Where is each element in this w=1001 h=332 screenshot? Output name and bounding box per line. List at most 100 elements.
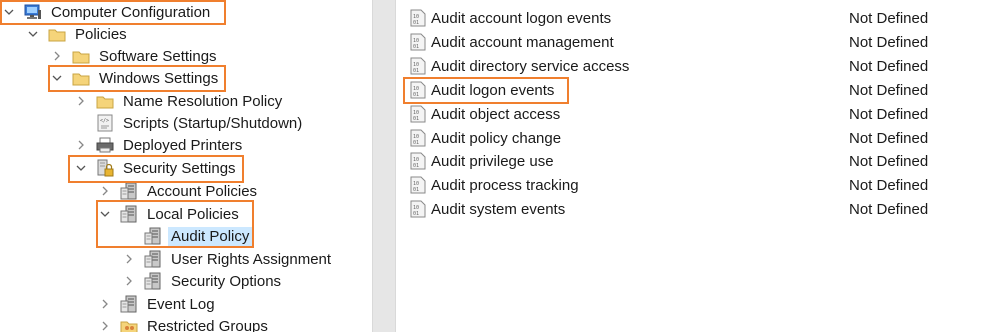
tree-node-label: Deployed Printers	[123, 136, 243, 154]
users-folder-icon	[120, 317, 138, 332]
policy-setting: Not Defined	[849, 9, 929, 27]
tree-node-security-settings[interactable]: Security Settings	[74, 157, 239, 179]
policy-document-icon: 10 01	[410, 176, 426, 194]
tree-node-software-settings[interactable]: Software Settings	[50, 45, 220, 67]
tree-node-label: Event Log	[147, 295, 215, 313]
policy-server-icon	[144, 250, 162, 268]
tree-node-label: Software Settings	[99, 47, 217, 65]
policy-list-pane: 10 01 Audit account logon events Not Defi…	[400, 0, 1001, 332]
folder-icon	[96, 92, 114, 110]
console-tree: Computer Configuration Policies Software…	[0, 0, 372, 332]
tree-node-scripts[interactable]: </> Scripts (Startup/Shutdown)	[74, 112, 305, 134]
tree-node-label: Restricted Groups	[147, 317, 268, 332]
script-icon: </>	[96, 114, 114, 132]
tree-node-label: Scripts (Startup/Shutdown)	[123, 114, 303, 132]
tree-node-local-policies[interactable]: Local Policies	[98, 203, 242, 225]
folder-icon	[48, 25, 66, 43]
security-lock-icon	[96, 159, 114, 177]
pane-splitter[interactable]	[372, 0, 396, 332]
svg-text:01: 01	[413, 140, 419, 146]
policy-server-icon	[144, 272, 162, 290]
tree-node-deployed-printers[interactable]: Deployed Printers	[74, 134, 245, 156]
policy-server-icon	[120, 182, 138, 200]
policy-document-icon: 10 01	[410, 9, 426, 27]
policy-setting: Not Defined	[849, 200, 929, 218]
policy-name: Audit process tracking	[431, 176, 579, 194]
policy-name: Audit system events	[431, 200, 566, 218]
svg-text:01: 01	[413, 187, 419, 193]
chevron-down-icon[interactable]	[26, 27, 40, 41]
tree-node-label: Audit Policy	[168, 226, 253, 246]
chevron-down-icon[interactable]	[74, 161, 88, 175]
policy-setting: Not Defined	[849, 176, 929, 194]
chevron-down-icon[interactable]	[2, 5, 16, 19]
policy-document-icon: 10 01	[410, 57, 426, 75]
tree-node-label: Security Settings	[123, 159, 236, 177]
printer-icon	[96, 136, 114, 154]
policy-document-icon: 10 01	[410, 152, 426, 170]
policy-document-icon: 10 01	[410, 81, 426, 99]
tree-node-label: Name Resolution Policy	[123, 92, 283, 110]
chevron-right-icon[interactable]	[98, 319, 112, 332]
policy-name: Audit directory service access	[431, 57, 630, 75]
policy-setting: Not Defined	[849, 129, 929, 147]
list-item[interactable]: 10 01 Audit object access Not Defined	[400, 103, 1001, 125]
tree-node-computer-configuration[interactable]: Computer Configuration	[2, 1, 213, 23]
policy-server-icon	[120, 295, 138, 313]
list-item[interactable]: 10 01 Audit directory service access Not …	[400, 55, 1001, 77]
list-item[interactable]: 10 01 Audit account logon events Not Defi…	[400, 7, 1001, 29]
tree-node-restricted-groups[interactable]: Restricted Groups	[98, 315, 271, 332]
policy-name: Audit object access	[431, 105, 561, 123]
policy-server-icon	[120, 205, 138, 223]
policy-setting: Not Defined	[849, 105, 929, 123]
tree-node-event-log[interactable]: Event Log	[98, 293, 218, 315]
policy-setting: Not Defined	[849, 33, 929, 51]
chevron-right-icon[interactable]	[74, 94, 88, 108]
policy-name: Audit policy change	[431, 129, 562, 147]
chevron-down-icon[interactable]	[50, 71, 64, 85]
policy-name: Audit account logon events	[431, 9, 612, 27]
policy-document-icon: 10 01	[410, 129, 426, 147]
chevron-down-icon[interactable]	[98, 207, 112, 221]
chevron-right-icon[interactable]	[98, 297, 112, 311]
policy-document-icon: 10 01	[410, 200, 426, 218]
policy-document-icon: 10 01	[410, 33, 426, 51]
svg-text:01: 01	[413, 20, 419, 26]
svg-text:01: 01	[413, 116, 419, 122]
tree-node-label: User Rights Assignment	[171, 250, 332, 268]
tree-node-name-resolution-policy[interactable]: Name Resolution Policy	[74, 90, 285, 112]
chevron-right-icon[interactable]	[50, 49, 64, 63]
list-item[interactable]: 10 01 Audit privilege use Not Defined	[400, 150, 1001, 172]
list-item[interactable]: 10 01 Audit process tracking Not Defined	[400, 174, 1001, 196]
policy-server-icon	[144, 227, 162, 245]
folder-icon	[72, 47, 90, 65]
policy-setting: Not Defined	[849, 57, 929, 75]
list-item[interactable]: 10 01 Audit policy change Not Defined	[400, 127, 1001, 149]
tree-node-audit-policy[interactable]: Audit Policy	[122, 225, 253, 247]
policy-name: Audit account management	[431, 33, 614, 51]
tree-node-policies[interactable]: Policies	[26, 23, 130, 45]
tree-node-security-options[interactable]: Security Options	[122, 270, 284, 292]
tree-node-label: Account Policies	[147, 182, 258, 200]
policy-name: Audit privilege use	[431, 152, 554, 170]
chevron-right-icon[interactable]	[98, 184, 112, 198]
policy-document-icon: 10 01	[410, 105, 426, 123]
computer-monitor-icon	[24, 3, 42, 21]
svg-text:01: 01	[413, 68, 419, 74]
tree-node-user-rights-assignment[interactable]: User Rights Assignment	[122, 248, 334, 270]
chevron-right-icon[interactable]	[122, 274, 136, 288]
svg-text:01: 01	[413, 211, 419, 217]
tree-node-label: Security Options	[171, 272, 282, 290]
list-item[interactable]: 10 01 Audit system events Not Defined	[400, 198, 1001, 220]
tree-node-account-policies[interactable]: Account Policies	[98, 180, 260, 202]
chevron-right-icon[interactable]	[122, 252, 136, 266]
policy-setting: Not Defined	[849, 81, 929, 99]
svg-text:01: 01	[413, 44, 419, 50]
list-item[interactable]: 10 01 Audit logon events Not Defined	[400, 79, 1001, 101]
svg-text:</>: </>	[100, 118, 109, 124]
chevron-right-icon[interactable]	[74, 138, 88, 152]
tree-node-windows-settings[interactable]: Windows Settings	[50, 67, 221, 89]
svg-text:01: 01	[413, 92, 419, 98]
tree-node-label: Computer Configuration	[51, 3, 211, 21]
list-item[interactable]: 10 01 Audit account management Not Define…	[400, 31, 1001, 53]
